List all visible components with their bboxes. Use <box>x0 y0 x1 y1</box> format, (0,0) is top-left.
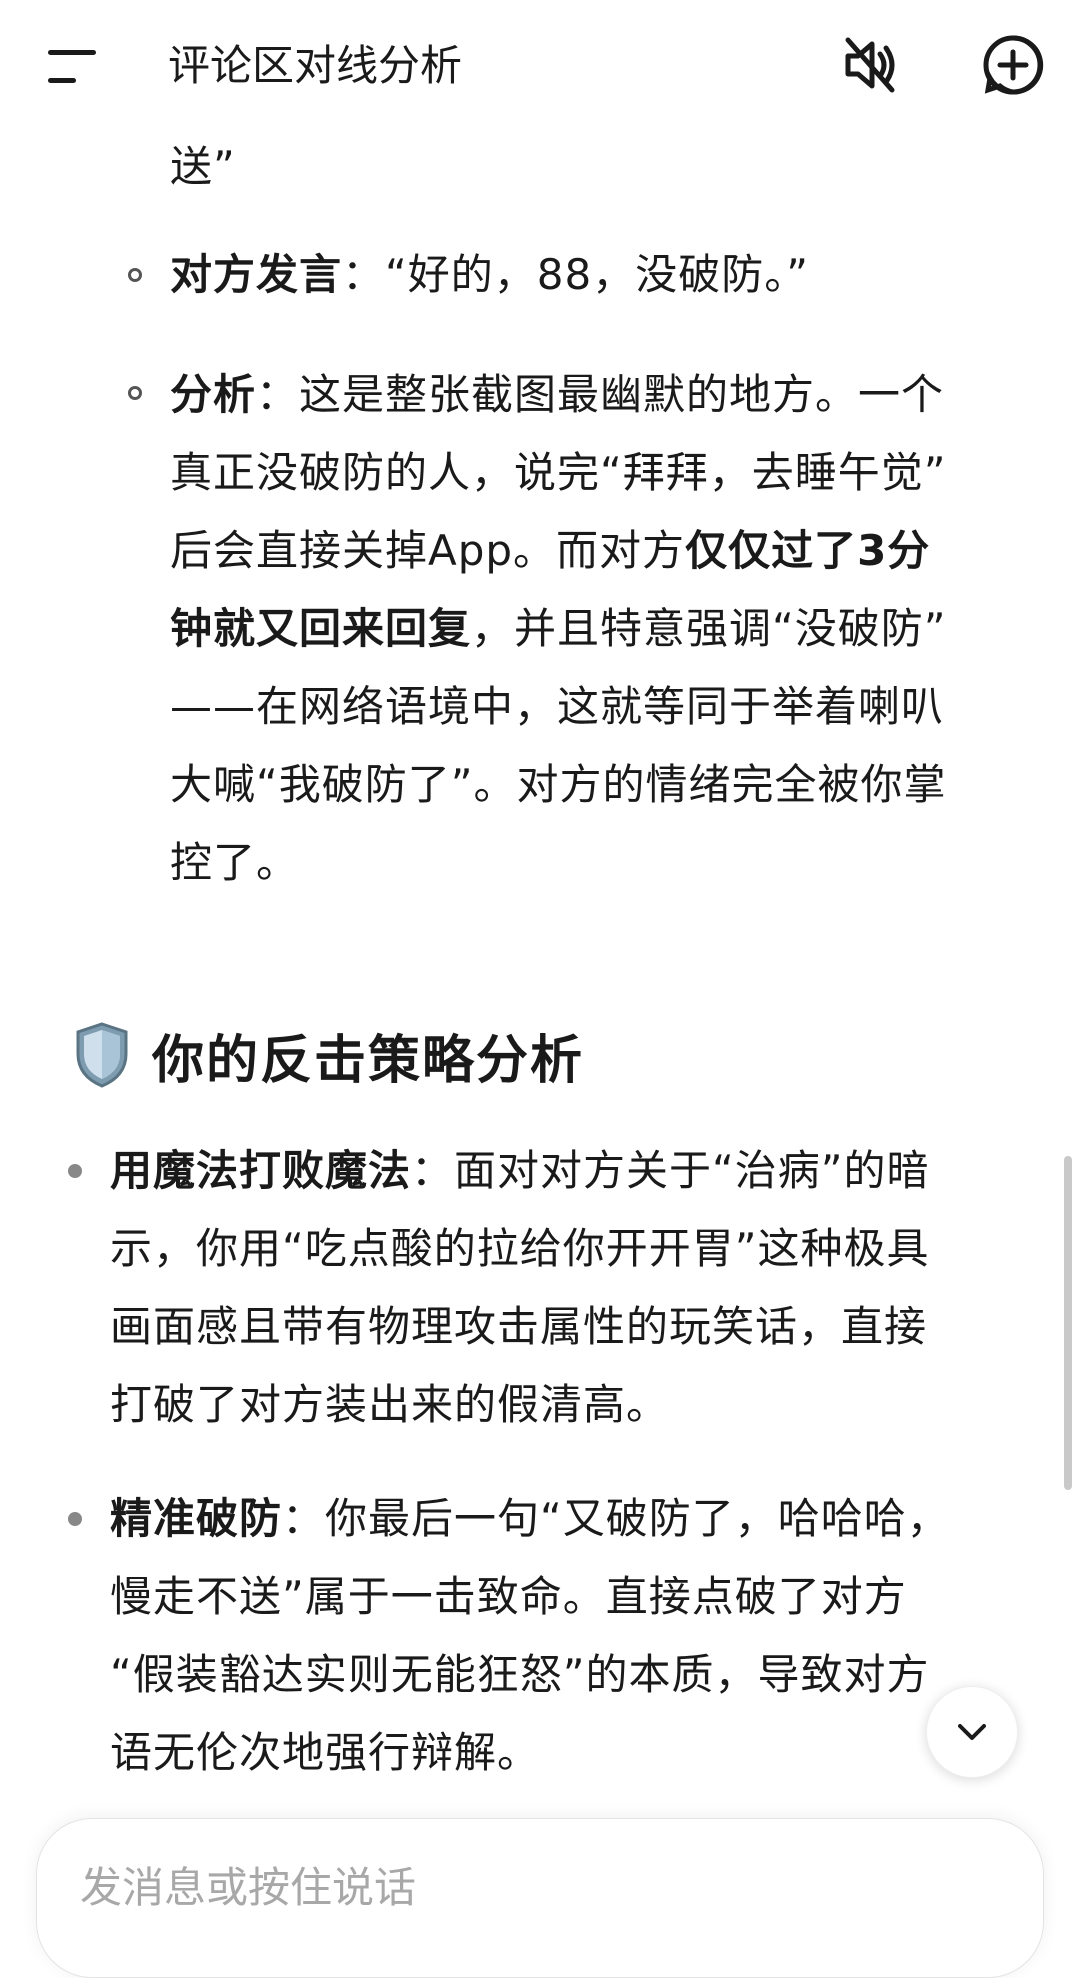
top-bar: 评论区对线分析 <box>0 0 1080 130</box>
continuation-text: 送” <box>170 142 236 191</box>
item-text: 慢走不送”属于一击致命。直接点破了对方 <box>110 1572 907 1621</box>
item-text: ，并且特意强调“没破防” <box>471 604 947 653</box>
sub-list-item: 对方发言：“好的，88，没破防。” <box>170 236 1022 314</box>
item-label: 分析 <box>170 370 257 419</box>
scrollbar[interactable] <box>1064 1156 1072 1490</box>
sub-bullet <box>128 268 142 282</box>
item-text: ：你最后一句“又破防了，哈哈哈， <box>282 1494 950 1543</box>
item-text: 语无伦次地强行辩解。 <box>110 1728 541 1777</box>
item-text: 示，你用“吃点酸的拉给你开开胃”这种极具 <box>110 1224 930 1273</box>
item-text: ：这是整张截图最幽默的地方。一个 <box>256 370 945 419</box>
speaker-muted-icon[interactable] <box>838 32 904 98</box>
item-label: 对方发言 <box>170 250 343 299</box>
item-text: 真正没破防的人，说完“拜拜，去睡午觉” <box>170 448 947 497</box>
item-text: 画面感且带有物理攻击属性的玩笑话，直接 <box>110 1302 928 1351</box>
input-placeholder: 发消息或按住说话 <box>80 1863 417 1912</box>
item-label: 用魔法打败魔法 <box>110 1146 412 1195</box>
item-text: ：面对对方关于“治病”的暗 <box>411 1146 930 1195</box>
plus-circle-icon[interactable] <box>980 32 1046 98</box>
list-item: 用魔法打败魔法：面对对方关于“治病”的暗 示，你用“吃点酸的拉给你开开胃”这种极… <box>110 1132 1022 1444</box>
item-label: 精准破防 <box>110 1494 283 1543</box>
item-text: ：“好的，88，没破防。” <box>342 250 809 299</box>
item-text: ——在网络语境中，这就等同于举着喇叭 <box>170 682 945 731</box>
sub-list-item: 分析：这是整张截图最幽默的地方。一个 真正没破防的人，说完“拜拜，去睡午觉” 后… <box>170 356 1022 902</box>
item-text: 控了。 <box>170 838 300 887</box>
item-text: 后会直接关掉App。而对方 <box>170 526 686 575</box>
item-emphasis: 仅仅过了3分 <box>685 526 931 575</box>
item-emphasis: 钟就又回来回复 <box>170 604 472 653</box>
sub-bullet <box>128 386 142 400</box>
menu-icon[interactable] <box>38 40 102 90</box>
section-title: 你的反击策略分析 <box>152 1030 585 1091</box>
item-text: 大喊“我破防了”。对方的情绪完全被你掌 <box>170 760 947 809</box>
shield-icon <box>76 1022 128 1088</box>
scroll-to-bottom-button[interactable] <box>926 1686 1018 1778</box>
item-text: “假装豁达实则无能狂怒”的本质，导致对方 <box>110 1650 930 1699</box>
chevron-down-icon <box>958 1724 986 1740</box>
item-text: 打破了对方装出来的假清高。 <box>110 1380 670 1429</box>
list-bullet <box>68 1164 82 1178</box>
list-bullet <box>68 1512 82 1526</box>
list-item: 精准破防：你最后一句“又破防了，哈哈哈， 慢走不送”属于一击致命。直接点破了对方… <box>110 1480 1022 1792</box>
page-title: 评论区对线分析 <box>168 41 463 90</box>
section-heading: 你的反击策略分析 <box>72 1010 584 1100</box>
